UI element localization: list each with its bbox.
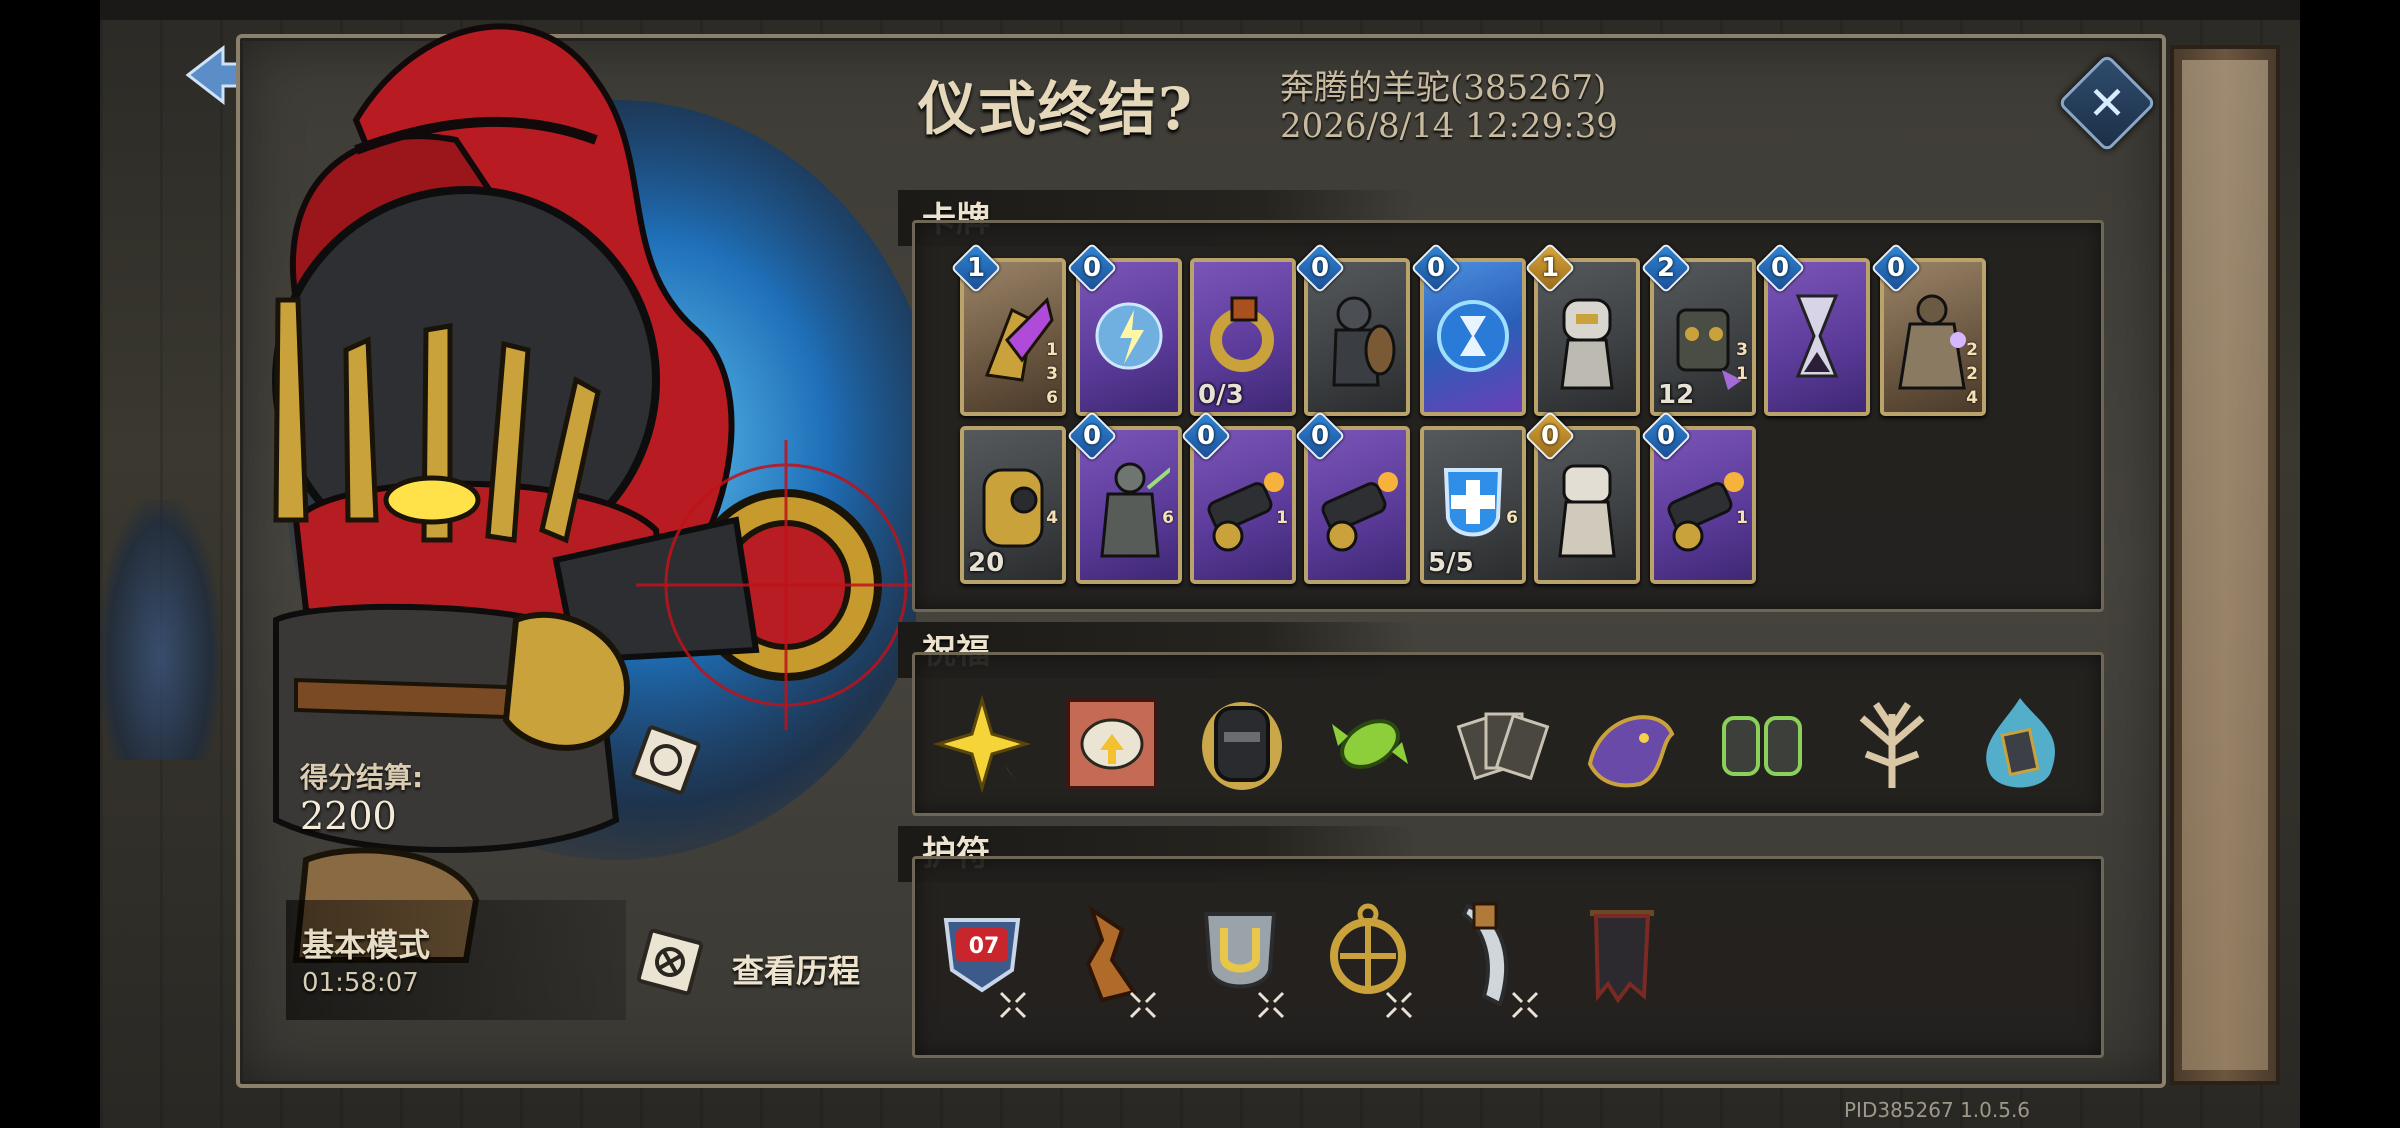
deck-card[interactable]: 20 4 [960, 426, 1066, 584]
armored-warrior-icon [1100, 462, 1170, 558]
collapse-arrows-icon [1129, 991, 1157, 1019]
twin-gauntlets-icon[interactable] [1712, 694, 1812, 794]
gold-golem-icon [982, 468, 1044, 548]
collapse-arrows-icon [1385, 991, 1413, 1019]
hourglass-icon [1795, 294, 1839, 378]
card-stat: 4 [1046, 508, 1058, 528]
card-cost: 0 [1770, 253, 1790, 283]
brass-ring-icon [1210, 296, 1274, 372]
card-cost: 0 [1196, 421, 1216, 451]
card-cost: 2 [1656, 253, 1676, 283]
mode-time: 01:58:07 [302, 968, 419, 998]
score-label: 得分结算: [300, 761, 424, 794]
lightning-orb-icon [1095, 302, 1163, 370]
white-mech-icon [1558, 464, 1616, 558]
cannon-icon [1321, 472, 1398, 552]
card-counter: 0/3 [1198, 380, 1244, 410]
card-stat: 1 [1046, 340, 1058, 360]
card-cost: 1 [1540, 253, 1560, 283]
card-counter: 5/5 [1428, 548, 1474, 578]
gauntlet-icon [984, 297, 1054, 382]
card-stat: 1 [1276, 508, 1288, 528]
card-stat: 1 [1736, 508, 1748, 528]
card-stat: 6 [1046, 388, 1058, 408]
card-cost: 0 [1540, 421, 1560, 451]
run-datetime: 2026/8/14 12:29:39 [1280, 106, 1618, 146]
knight-shield-icon [1332, 296, 1396, 387]
collapse-arrows-icon [1257, 991, 1285, 1019]
player-name: 奔腾的羊驼(385267) [1280, 68, 1607, 108]
green-candy-icon[interactable] [1320, 694, 1420, 794]
lantern-decoration [100, 500, 220, 760]
blue-flame-card-icon[interactable] [1970, 694, 2070, 794]
card-cost: 0 [1886, 253, 1906, 283]
card-stat: 4 [1966, 388, 1978, 408]
card-counter: 20 [968, 548, 1005, 578]
deck-card[interactable]: 5/5 6 [1420, 426, 1526, 584]
robot-icon [1560, 298, 1614, 390]
card-cost: 0 [1426, 253, 1446, 283]
card-counter: 12 [1658, 380, 1695, 410]
cannon-icon [1667, 472, 1744, 552]
hero-portrait [272, 23, 916, 963]
amulet-badge-text: 07 [968, 934, 1000, 959]
card-stat: 3 [1736, 340, 1748, 360]
dialog-title: 仪式终结? [918, 75, 1194, 143]
dark-helmet-icon[interactable] [1192, 694, 1292, 794]
card-cost: 0 [1310, 253, 1330, 283]
sparkle-star-icon[interactable] [932, 694, 1032, 794]
right-frame-parchment [2182, 60, 2268, 1070]
deck-card[interactable]: 0/3 [1190, 258, 1296, 416]
card-fan-icon[interactable] [1452, 694, 1552, 794]
score-value: 2200 [300, 794, 397, 838]
build-info: PID385267 1.0.5.6 [1844, 1098, 2031, 1122]
view-history-label[interactable]: 查看历程 [732, 946, 860, 992]
collapse-arrows-icon [1511, 991, 1539, 1019]
hourglass-orb-icon [1437, 300, 1509, 372]
card-stat: 1 [1736, 364, 1748, 384]
cannon-icon [1207, 472, 1284, 552]
brain-upgrade-icon[interactable] [1062, 694, 1162, 794]
card-stat: 3 [1046, 364, 1058, 384]
card-cost: 0 [1310, 421, 1330, 451]
history-icon [636, 928, 704, 996]
card-cost: 0 [1082, 253, 1102, 283]
shadow-beast-icon[interactable] [1580, 694, 1680, 794]
card-stat: 2 [1966, 340, 1978, 360]
game-screen: 仪式终结? 奔腾的羊驼(385267) 2026/8/14 12:29:39 ✕… [0, 0, 2400, 1128]
cross-shield-icon [1443, 468, 1503, 537]
tattered-banner-icon[interactable] [1570, 900, 1670, 1010]
collapse-arrows-icon [999, 991, 1027, 1019]
thorn-tree-icon[interactable] [1842, 694, 1942, 794]
card-stat: 6 [1162, 508, 1174, 528]
card-cost: 1 [966, 253, 986, 283]
card-cost: 0 [1082, 421, 1102, 451]
robed-mage-icon [1898, 294, 1966, 390]
mode-name: 基本模式 [302, 926, 431, 964]
close-icon[interactable]: ✕ [2072, 68, 2142, 138]
card-stat: 6 [1506, 508, 1518, 528]
mech-golem-icon [1676, 308, 1742, 390]
card-cost: 0 [1656, 421, 1676, 451]
card-stat: 2 [1966, 364, 1978, 384]
